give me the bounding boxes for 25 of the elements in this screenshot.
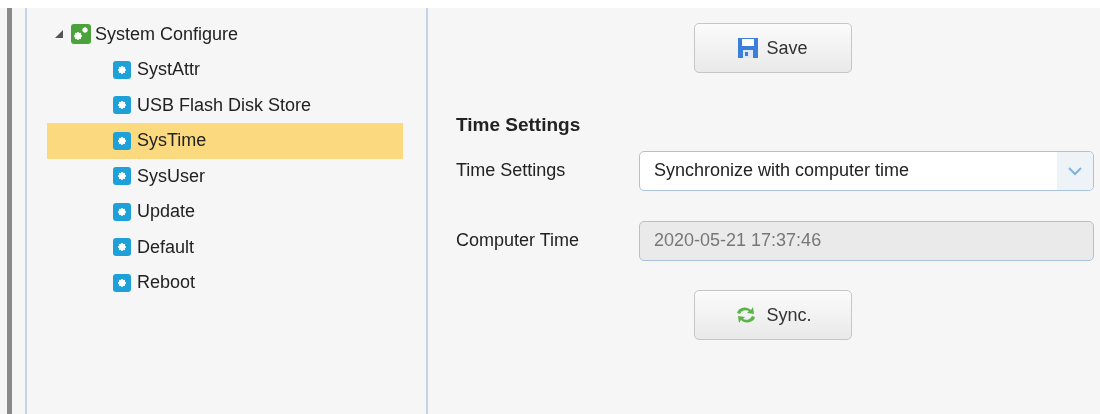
gear-icon [113,238,131,257]
gear-icon [113,131,131,150]
gears-icon [71,24,91,44]
field-label: Computer Time [456,230,581,251]
field-label: Time Settings [456,160,567,181]
tree-item[interactable]: Update [47,194,403,230]
tree-item[interactable]: SysUser [47,158,403,194]
gear-icon [113,96,131,115]
save-button[interactable]: Save [694,23,852,73]
tree-node[interactable]: System Configure [27,16,426,52]
input-field: 2020-05-21 17:37:46 [639,220,1094,261]
sync-button[interactable]: Sync. [694,290,852,340]
dropdown-field[interactable]: Synchronize with computer time [639,150,1094,191]
gear-icon [113,202,131,221]
tree-item[interactable]: SysTime [47,123,403,159]
gear-icon [113,273,131,292]
gear-icon [113,60,131,79]
tree-item[interactable]: Default [47,229,403,265]
expand-arrow-icon[interactable] [55,30,63,38]
tree-item[interactable]: SystAttr [47,52,403,88]
gear-icon [113,167,131,186]
chevron-down-icon [1067,164,1083,177]
tree-item[interactable]: USB Flash Disk Store [47,87,403,123]
tree-item[interactable]: Reboot [47,265,403,301]
section-title: Time Settings [456,114,582,136]
